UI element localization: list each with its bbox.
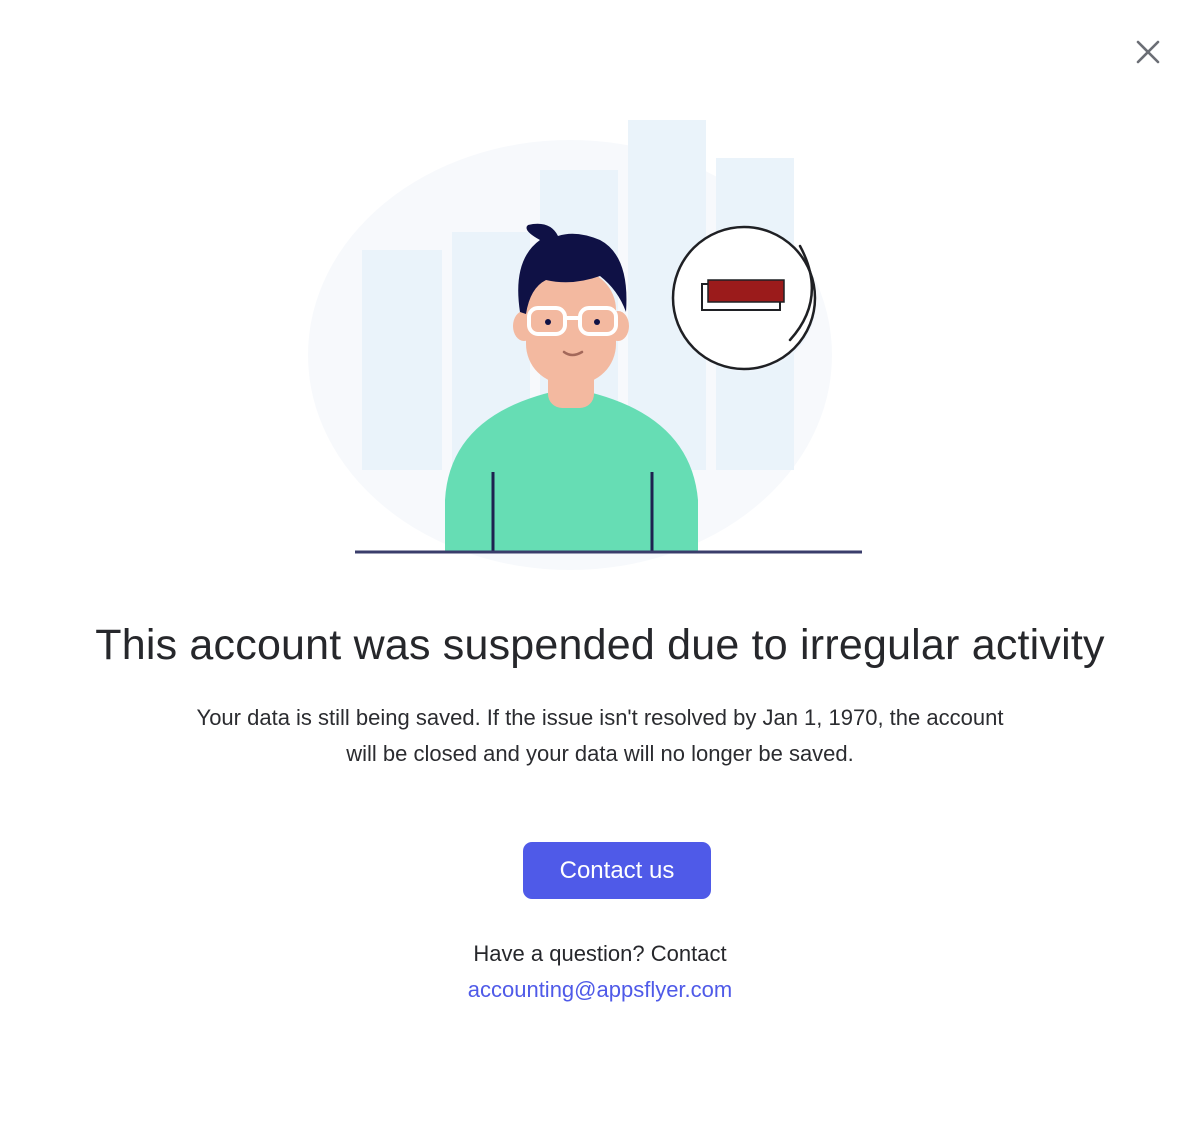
close-button[interactable] (1128, 32, 1168, 72)
eye (545, 319, 551, 325)
description-line: Your data is still being saved. If the i… (196, 705, 1004, 730)
description-line: will be closed and your data will no lon… (346, 741, 854, 766)
bg-bar (362, 250, 442, 470)
badge-bar (707, 279, 785, 303)
dialog-title: This account was suspended due to irregu… (95, 621, 1105, 669)
suspension-dialog: This account was suspended due to irregu… (0, 0, 1200, 1128)
suspended-badge (671, 225, 817, 372)
contact-us-button[interactable]: Contact us (523, 842, 711, 899)
minus-icon (701, 279, 785, 311)
email-link-container: accounting@appsflyer.com (0, 972, 1200, 1008)
email-link[interactable]: accounting@appsflyer.com (468, 977, 732, 1002)
eye (594, 319, 600, 325)
question-text: Have a question? Contact (473, 941, 727, 966)
face (526, 270, 616, 384)
close-icon (1136, 40, 1160, 64)
suspended-account-illustration (308, 120, 862, 570)
dialog-description: Your data is still being saved. If the i… (140, 700, 1060, 772)
